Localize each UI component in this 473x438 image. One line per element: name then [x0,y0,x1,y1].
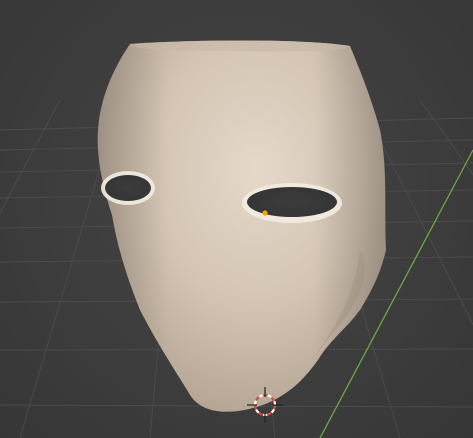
object-origin-dot [262,210,268,216]
viewport-canvas[interactable] [0,0,473,438]
right-eye-hole [242,183,342,223]
3d-viewport[interactable] [0,0,473,438]
mask-object[interactable] [97,40,387,412]
left-eye-hole [101,171,155,205]
